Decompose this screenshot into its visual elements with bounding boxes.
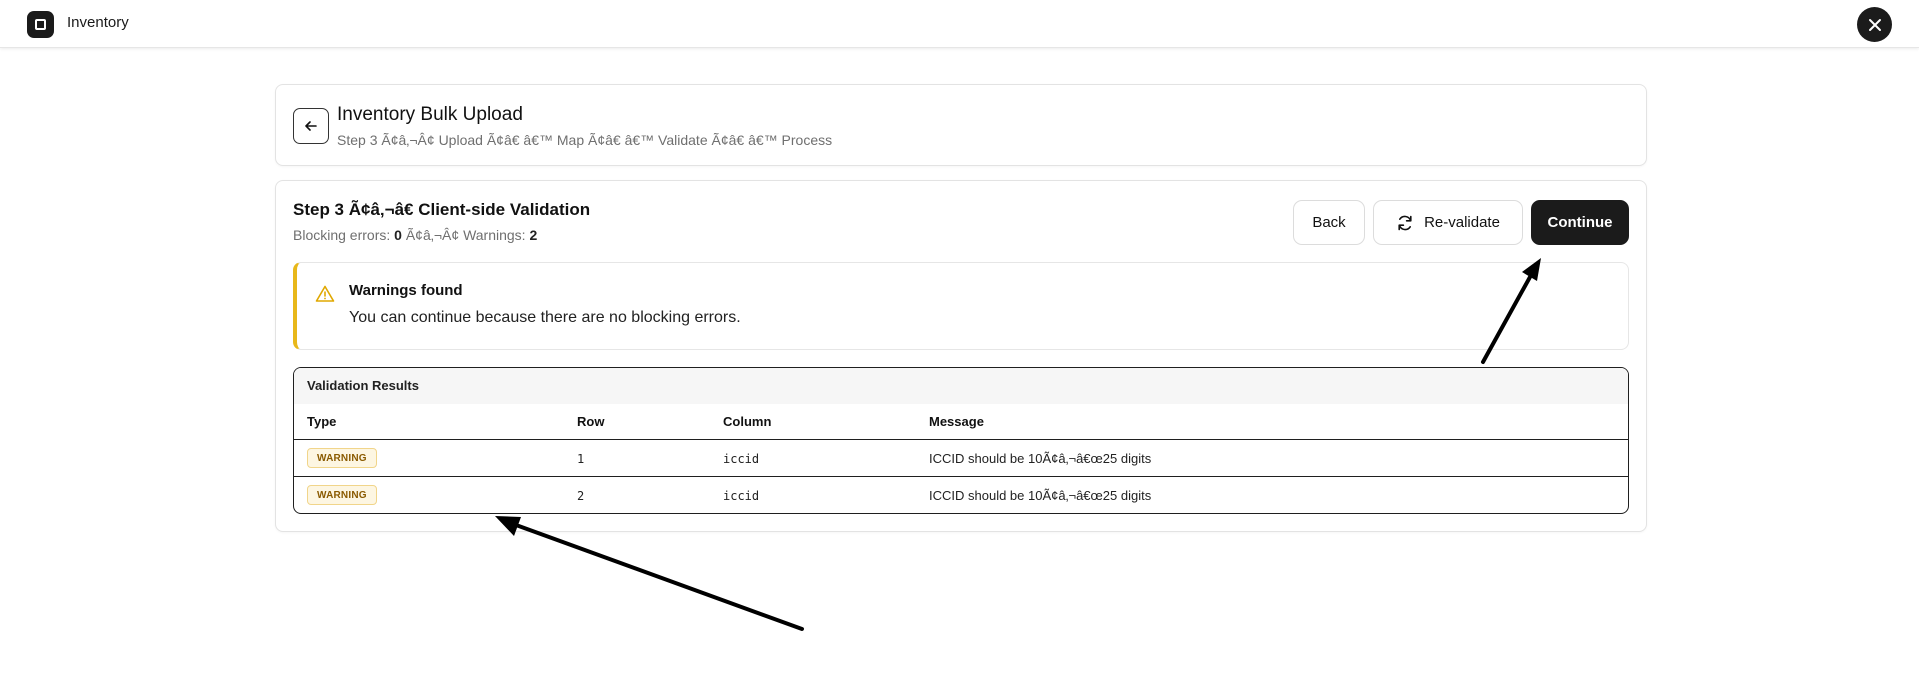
upload-header-card: Inventory Bulk Upload Step 3 Ã¢â‚¬Â¢ Upl… [275, 84, 1647, 166]
validation-card: Step 3 Ã¢â‚¬â€ Client-side Validation Bl… [275, 180, 1647, 532]
step-breadcrumb: Step 3 Ã¢â‚¬Â¢ Upload Ã¢â€ â€™ Map Ã¢â€ … [337, 132, 833, 148]
refresh-icon [1398, 215, 1412, 230]
validation-results-table: Validation Results Type Row Column Messa… [293, 367, 1629, 514]
message-text: ICCID should be 10Ã¢â‚¬â€œ25 digits [929, 488, 1152, 503]
type-badge: WARNING [307, 485, 377, 505]
revalidate-button[interactable]: Re-validate [1373, 200, 1523, 245]
column-header-row: Row [577, 414, 605, 429]
row-number: 2 [577, 489, 585, 503]
top-bar: Inventory [0, 0, 1919, 48]
close-icon [1868, 18, 1881, 31]
column-name: iccid [723, 489, 760, 503]
column-header-message: Message [929, 414, 984, 429]
warnings-count: 2 [529, 227, 538, 243]
warnings-label: Warnings: [463, 227, 526, 243]
table-header: Type Row Column Message [294, 404, 1628, 440]
column-name: iccid [723, 452, 760, 466]
message-text: ICCID should be 10Ã¢â‚¬â€œ25 digits [929, 451, 1152, 466]
row-number: 1 [577, 452, 585, 466]
app-title: Inventory [67, 14, 129, 31]
back-button-label: Back [1312, 214, 1346, 231]
page-title: Inventory Bulk Upload [337, 104, 523, 125]
table-caption: Validation Results [294, 368, 1628, 404]
revalidate-button-label: Re-validate [1424, 214, 1500, 231]
table-row: WARNING 1 iccid ICCID should be 10Ã¢â‚¬â… [294, 440, 1628, 477]
summary-separator: Ã¢â‚¬Â¢ [405, 227, 460, 243]
square-logo-icon [27, 11, 54, 38]
type-badge: WARNING [307, 448, 377, 468]
alert-message: You can continue because there are no bl… [349, 309, 741, 326]
table-row: WARNING 2 iccid ICCID should be 10Ã¢â‚¬â… [294, 477, 1628, 513]
validation-summary: Blocking errors: 0 Ã¢â‚¬Â¢ Warnings: 2 [293, 227, 537, 243]
continue-button[interactable]: Continue [1531, 200, 1629, 245]
alert-title: Warnings found [349, 282, 463, 299]
column-header-column: Column [723, 414, 772, 429]
close-button[interactable] [1857, 7, 1892, 42]
back-arrow-button[interactable] [293, 108, 329, 144]
blocking-errors-count: 0 [394, 227, 402, 243]
blocking-errors-label: Blocking errors: [293, 227, 391, 243]
continue-button-label: Continue [1547, 214, 1613, 231]
step-title: Step 3 Ã¢â‚¬â€ Client-side Validation [293, 200, 591, 219]
column-header-type: Type [307, 414, 337, 429]
warnings-alert: Warnings found You can continue because … [293, 262, 1629, 350]
arrow-to-table-icon [495, 516, 804, 631]
arrow-left-icon [305, 121, 317, 131]
warning-triangle-icon [315, 285, 335, 302]
back-button[interactable]: Back [1293, 200, 1365, 245]
